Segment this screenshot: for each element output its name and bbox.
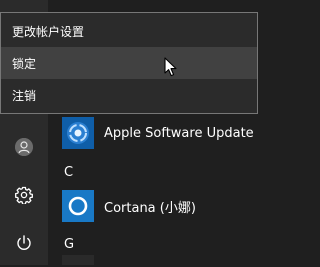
section-letter-g[interactable]: G — [64, 237, 74, 252]
mouse-cursor-icon — [164, 57, 177, 77]
menu-item-label: 更改帐户设置 — [12, 24, 85, 39]
app-label: Cortana (小娜) — [104, 200, 196, 216]
app-item-apple-software-update[interactable]: Apple Software Update — [62, 115, 268, 151]
power-button[interactable] — [0, 219, 48, 267]
menu-item-lock[interactable]: 锁定 — [1, 47, 257, 79]
menu-item-change-account-settings[interactable]: 更改帐户设置 — [1, 15, 257, 47]
user-avatar-icon — [15, 138, 33, 156]
menu-item-label: 锁定 — [12, 56, 37, 71]
app-tile-partial — [62, 255, 94, 265]
cortana-ring-icon — [62, 190, 94, 222]
settings-button[interactable] — [0, 171, 48, 219]
menu-item-sign-out[interactable]: 注销 — [1, 79, 257, 111]
apple-software-update-icon — [62, 117, 94, 149]
app-item-cortana[interactable]: Cortana (小娜) — [62, 188, 268, 224]
account-button[interactable] — [0, 123, 48, 171]
menu-item-label: 注销 — [12, 88, 37, 103]
section-letter-c[interactable]: C — [64, 165, 73, 180]
account-context-menu: 更改帐户设置 锁定 注销 — [0, 12, 258, 114]
power-icon — [17, 235, 31, 250]
gear-icon — [15, 186, 33, 204]
app-label: Apple Software Update — [104, 125, 254, 141]
